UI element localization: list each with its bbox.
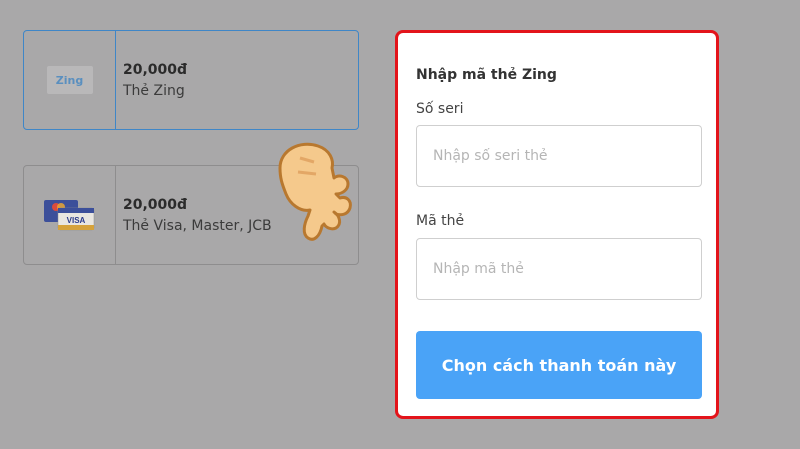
zing-logo: Zing — [46, 66, 93, 94]
card-logo-box: VISA — [24, 166, 116, 264]
visa-text: VISA — [66, 216, 85, 225]
payment-option-zing[interactable]: Zing 20,000đ Thẻ Zing — [23, 30, 359, 130]
option-price: 20,000đ — [123, 61, 188, 78]
zing-card-form: Nhập mã thẻ Zing Số seri Mã thẻ Chọn các… — [395, 30, 719, 419]
zing-logo-box: Zing — [24, 31, 116, 129]
code-label: Mã thẻ — [416, 213, 465, 229]
form-title: Nhập mã thẻ Zing — [416, 67, 557, 83]
option-price: 20,000đ — [123, 196, 188, 213]
serial-label: Số seri — [416, 101, 464, 117]
option-name: Thẻ Zing — [123, 82, 185, 99]
code-input[interactable] — [416, 238, 702, 300]
pointing-hand-icon — [278, 142, 352, 241]
serial-input[interactable] — [416, 125, 702, 187]
credit-card-icon: VISA — [43, 200, 94, 231]
option-name: Thẻ Visa, Master, JCB — [123, 217, 272, 234]
choose-payment-button[interactable]: Chọn cách thanh toán này — [416, 331, 702, 399]
